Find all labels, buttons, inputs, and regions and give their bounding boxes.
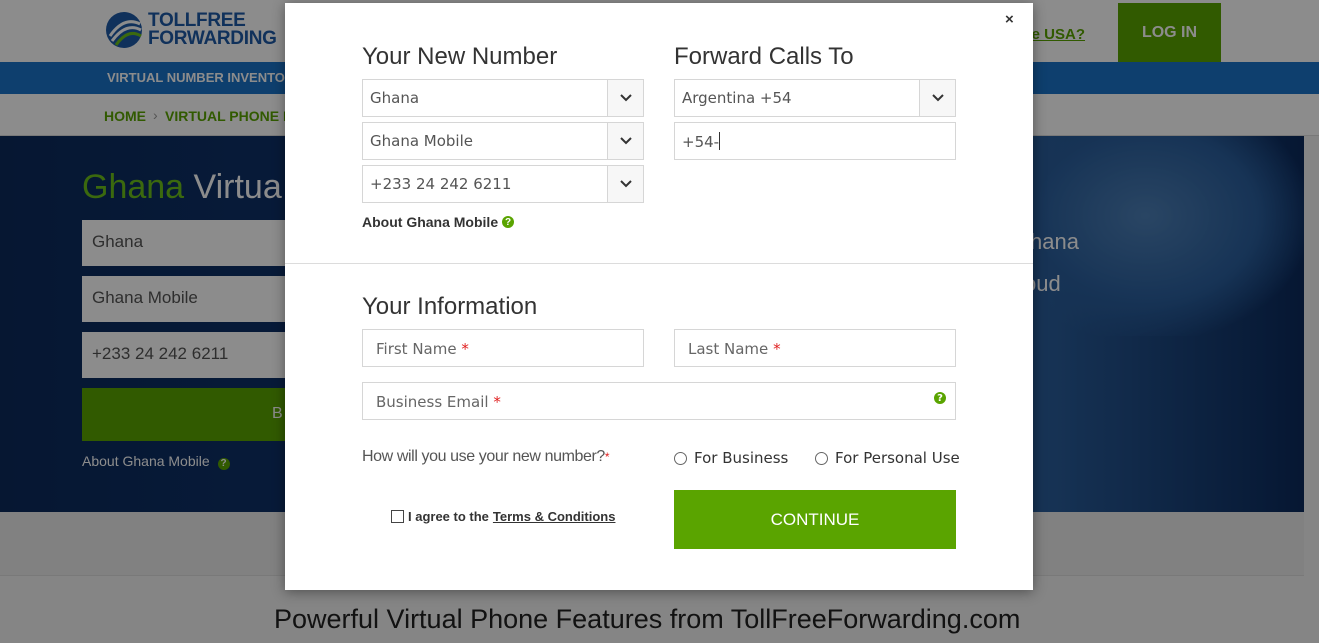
close-icon[interactable]: × [1005, 11, 1019, 28]
help-circle-icon[interactable]: ? [934, 392, 946, 404]
radio-for-personal-use-label: For Personal Use [835, 449, 960, 467]
forward-country-select-value: Argentina +54 [682, 89, 792, 107]
new-number-title: Your New Number [362, 43, 558, 70]
section-divider [285, 263, 1033, 264]
radio-for-business-label: For Business [694, 449, 789, 467]
forward-country-select[interactable]: Argentina +54 [674, 79, 956, 117]
text-caret [719, 132, 721, 150]
radio-circle[interactable] [674, 451, 687, 465]
last-name-placeholder: Last Name * [688, 340, 781, 358]
first-name-field[interactable]: First Name * [362, 329, 644, 367]
phone-number-select-value: +233 24 242 6211 [370, 175, 512, 193]
country-select[interactable]: Ghana [362, 79, 644, 117]
required-mark: * [773, 340, 781, 358]
chevron-down-icon [607, 123, 643, 159]
about-number-type-label: About Ghana Mobile [362, 214, 499, 230]
your-information-title: Your Information [362, 293, 538, 320]
help-circle-icon[interactable]: ? [502, 216, 515, 228]
chevron-down-icon [919, 80, 955, 116]
required-mark: * [461, 340, 469, 358]
about-number-type-link[interactable]: About Ghana Mobile ? [362, 214, 515, 230]
terms-agree-label: I agree to the [408, 509, 489, 524]
number-type-select[interactable]: Ghana Mobile [362, 122, 644, 160]
forward-calls-title: Forward Calls To [674, 43, 854, 70]
radio-circle[interactable] [815, 451, 828, 465]
forward-phone-input[interactable]: +54- [674, 122, 956, 160]
country-select-value: Ghana [370, 89, 420, 107]
forward-phone-input-value: +54- [682, 132, 721, 151]
terms-conditions-link[interactable]: Terms & Conditions [493, 509, 616, 524]
chevron-down-icon [607, 166, 643, 202]
business-email-field[interactable]: Business Email * ? [362, 382, 956, 420]
chevron-down-icon [607, 80, 643, 116]
number-type-select-value: Ghana Mobile [370, 132, 473, 150]
required-mark: * [604, 450, 610, 464]
last-name-field[interactable]: Last Name * [674, 329, 956, 367]
business-email-placeholder: Business Email * [376, 393, 501, 411]
terms-agreement: I agree to the Terms & Conditions [391, 509, 615, 524]
required-mark: * [493, 393, 501, 411]
first-name-placeholder: First Name * [376, 340, 469, 358]
radio-for-personal-use[interactable]: For Personal Use [815, 449, 960, 467]
phone-number-select[interactable]: +233 24 242 6211 [362, 165, 644, 203]
continue-button[interactable]: CONTINUE [674, 490, 956, 549]
terms-checkbox[interactable] [391, 510, 404, 523]
usage-question: How will you use your new number?* [362, 448, 610, 465]
signup-modal: × Your New Number Ghana Ghana Mobile +23… [285, 3, 1033, 590]
radio-for-business[interactable]: For Business [674, 449, 788, 467]
